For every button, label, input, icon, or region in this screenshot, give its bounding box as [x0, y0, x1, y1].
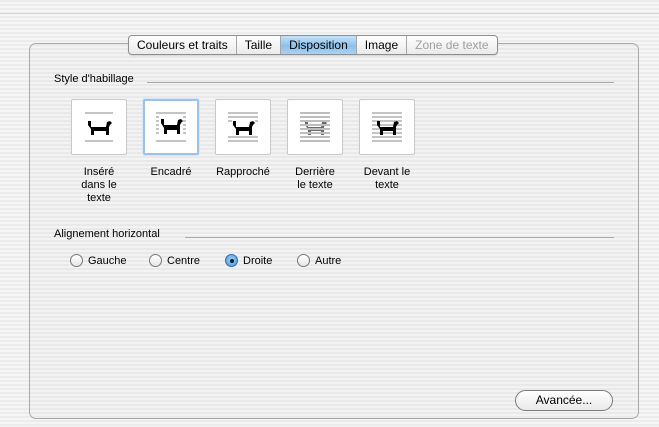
radio-droite-label: Droite: [243, 254, 273, 267]
tab-bar: Couleurs et traits Taille Disposition Im…: [128, 35, 498, 55]
wrap-inline-label: Inséré dans le texte: [67, 166, 131, 205]
wrap-behind-text-label: Derrière le texte: [283, 166, 347, 192]
tight-dog-icon: [228, 112, 258, 142]
wrap-square-button[interactable]: [143, 99, 199, 155]
radio-centre-label: Centre: [167, 254, 201, 267]
wrap-in-front-text: Devant le texte: [363, 166, 411, 191]
inline-dog-icon: [85, 112, 113, 142]
radio-circle-icon[interactable]: [149, 254, 162, 267]
wrap-behind-text-button[interactable]: [287, 99, 343, 155]
tab-image[interactable]: Image: [357, 36, 408, 54]
tab-couleurs-et-traits[interactable]: Couleurs et traits: [129, 36, 237, 54]
radio-autre[interactable]: Autre: [297, 254, 341, 267]
top-divider: [0, 13, 659, 14]
radio-centre[interactable]: Centre: [149, 254, 200, 267]
wrap-square-label: Encadré: [139, 166, 203, 179]
radio-checked-icon[interactable]: [225, 254, 238, 267]
in-front-dog-icon: [372, 112, 402, 142]
wrap-tight-label: Rapproché: [211, 166, 275, 179]
radio-circle-icon[interactable]: [297, 254, 310, 267]
radio-gauche[interactable]: Gauche: [70, 254, 127, 267]
wrap-square-text: Encadré: [150, 166, 192, 178]
radio-circle-icon[interactable]: [70, 254, 83, 267]
radio-gauche-label: Gauche: [88, 254, 127, 267]
wrapping-style-title: Style d'habillage: [54, 73, 134, 85]
wrap-in-front-button[interactable]: [359, 99, 415, 155]
wrap-tight-button[interactable]: [215, 99, 271, 155]
wrap-tight-text: Rapproché: [216, 166, 270, 178]
radio-autre-label: Autre: [315, 254, 342, 267]
wrap-inline-text: Inséré dans le texte: [81, 166, 117, 204]
behind-text-dog-icon: [300, 112, 330, 142]
wrap-behind-text-text: Derrière le texte: [295, 166, 335, 191]
wrapping-style-divider: [147, 82, 614, 83]
radio-droite[interactable]: Droite: [225, 254, 272, 267]
tab-disposition[interactable]: Disposition: [281, 36, 357, 54]
square-dog-icon: [156, 112, 186, 142]
alignment-divider: [185, 237, 614, 238]
tab-taille[interactable]: Taille: [237, 36, 282, 54]
tab-zone-de-texte: Zone de texte: [415, 38, 489, 52]
alignment-title: Alignement horizontal: [54, 228, 160, 240]
wrap-in-front-label: Devant le texte: [355, 166, 419, 192]
wrap-inline-button[interactable]: [71, 99, 127, 155]
advanced-button[interactable]: Avancée...: [515, 390, 613, 411]
